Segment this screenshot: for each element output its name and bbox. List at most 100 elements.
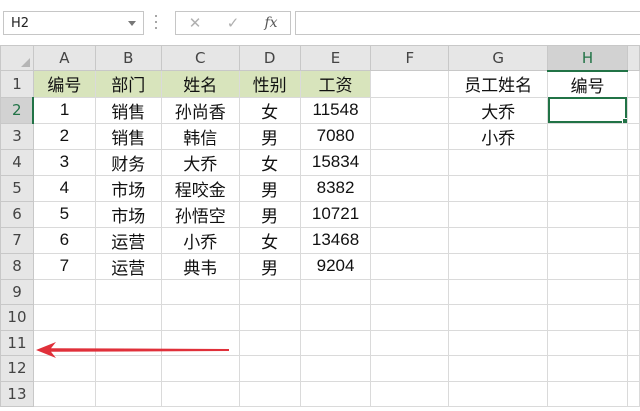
name-box[interactable]: H2: [3, 11, 144, 35]
cell-a4[interactable]: 3: [32, 148, 96, 176]
cell-h6[interactable]: [547, 200, 628, 228]
cell-a7[interactable]: 6: [32, 226, 96, 254]
cell-a13[interactable]: [32, 380, 96, 407]
cell-c10[interactable]: [160, 304, 240, 331]
cell-b4[interactable]: 财务: [94, 148, 162, 176]
column-header-c[interactable]: C: [160, 45, 240, 71]
cell-g11[interactable]: [448, 329, 549, 356]
row-header-9[interactable]: 9: [0, 278, 34, 305]
cell-e9[interactable]: [299, 278, 372, 305]
cell-d10[interactable]: [238, 304, 301, 331]
fill-handle[interactable]: [621, 117, 627, 122]
cell-e8[interactable]: 9204: [299, 252, 372, 280]
column-header-f[interactable]: F: [370, 45, 450, 71]
formula-input[interactable]: [295, 11, 640, 35]
insert-function-icon[interactable]: fx: [256, 12, 286, 34]
cell-i6[interactable]: [626, 200, 640, 228]
row-header-13[interactable]: 13: [0, 380, 34, 407]
cell-i1[interactable]: [626, 70, 640, 98]
cell-h4[interactable]: [547, 148, 628, 176]
cell-f2[interactable]: [370, 96, 450, 124]
cell-b13[interactable]: [94, 380, 162, 407]
cell-b1[interactable]: 部门: [94, 70, 162, 98]
cell-b5[interactable]: 市场: [94, 174, 162, 202]
column-header-g[interactable]: G: [448, 45, 549, 71]
cell-a8[interactable]: 7: [32, 252, 96, 280]
cell-d8[interactable]: 男: [238, 252, 301, 280]
cell-a5[interactable]: 4: [32, 174, 96, 202]
cell-e11[interactable]: [299, 329, 372, 356]
cell-h8[interactable]: [547, 252, 628, 280]
cell-f11[interactable]: [370, 329, 450, 356]
cell-f7[interactable]: [370, 226, 450, 254]
cell-c4[interactable]: 大乔: [160, 148, 240, 176]
cell-b2[interactable]: 销售: [94, 96, 162, 124]
cell-h3[interactable]: [547, 122, 628, 150]
cell-b12[interactable]: [94, 355, 162, 382]
row-header-12[interactable]: 12: [0, 355, 34, 382]
column-header-i[interactable]: [626, 45, 640, 71]
cancel-icon[interactable]: ✕: [180, 12, 210, 34]
row-header-7[interactable]: 7: [0, 226, 34, 254]
cell-e12[interactable]: [299, 355, 372, 382]
cell-b8[interactable]: 运营: [94, 252, 162, 280]
row-header-3[interactable]: 3: [0, 122, 34, 150]
cell-h12[interactable]: [547, 355, 628, 382]
row-header-10[interactable]: 10: [0, 304, 34, 331]
cell-g9[interactable]: [448, 278, 549, 305]
cell-c6[interactable]: 孙悟空: [160, 200, 240, 228]
column-header-d[interactable]: D: [238, 45, 301, 71]
column-header-a[interactable]: A: [32, 45, 96, 71]
row-header-2[interactable]: 2: [0, 96, 35, 124]
cell-f13[interactable]: [370, 380, 450, 407]
cell-a12[interactable]: [32, 355, 96, 382]
cell-a2[interactable]: 1: [32, 96, 96, 124]
cell-c12[interactable]: [160, 355, 240, 382]
cell-h10[interactable]: [547, 304, 628, 331]
cell-b7[interactable]: 运营: [94, 226, 162, 254]
cell-c2[interactable]: 孙尚香: [160, 96, 240, 124]
cell-c1[interactable]: 姓名: [160, 70, 240, 98]
cell-a6[interactable]: 5: [32, 200, 96, 228]
cell-g12[interactable]: [448, 355, 549, 382]
cell-i9[interactable]: [626, 278, 640, 305]
cell-h5[interactable]: [547, 174, 628, 202]
cell-e7[interactable]: 13468: [299, 226, 372, 254]
cell-d12[interactable]: [238, 355, 301, 382]
cell-g5[interactable]: [448, 174, 549, 202]
cell-i11[interactable]: [626, 329, 640, 356]
cell-i13[interactable]: [626, 380, 640, 407]
cell-h9[interactable]: [547, 278, 628, 305]
cell-e6[interactable]: 10721: [299, 200, 372, 228]
cell-i12[interactable]: [626, 355, 640, 382]
cell-h1[interactable]: 编号: [547, 70, 628, 98]
cell-c8[interactable]: 典韦: [160, 252, 240, 280]
cell-h11[interactable]: [547, 329, 628, 356]
cell-e3[interactable]: 7080: [299, 122, 372, 150]
cell-h13[interactable]: [547, 380, 628, 407]
cell-i5[interactable]: [626, 174, 640, 202]
cell-a1[interactable]: 编号: [32, 70, 96, 98]
cell-f12[interactable]: [370, 355, 450, 382]
cell-g7[interactable]: [448, 226, 549, 254]
cell-c9[interactable]: [160, 278, 240, 305]
cell-g13[interactable]: [448, 380, 549, 407]
row-header-5[interactable]: 5: [0, 174, 34, 202]
cell-i8[interactable]: [626, 252, 640, 280]
cell-h7[interactable]: [547, 226, 628, 254]
cell-d13[interactable]: [238, 380, 301, 407]
cell-g6[interactable]: [448, 200, 549, 228]
active-cell-h2[interactable]: [547, 96, 628, 124]
row-header-1[interactable]: 1: [0, 70, 34, 98]
cell-b10[interactable]: [94, 304, 162, 331]
cell-c7[interactable]: 小乔: [160, 226, 240, 254]
column-header-h[interactable]: H: [547, 45, 628, 72]
cell-f5[interactable]: [370, 174, 450, 202]
cell-e2[interactable]: 11548: [299, 96, 372, 124]
cell-e4[interactable]: 15834: [299, 148, 372, 176]
cell-d7[interactable]: 女: [238, 226, 301, 254]
cell-b6[interactable]: 市场: [94, 200, 162, 228]
cell-f9[interactable]: [370, 278, 450, 305]
cell-i4[interactable]: [626, 148, 640, 176]
cell-f1[interactable]: [370, 70, 450, 98]
